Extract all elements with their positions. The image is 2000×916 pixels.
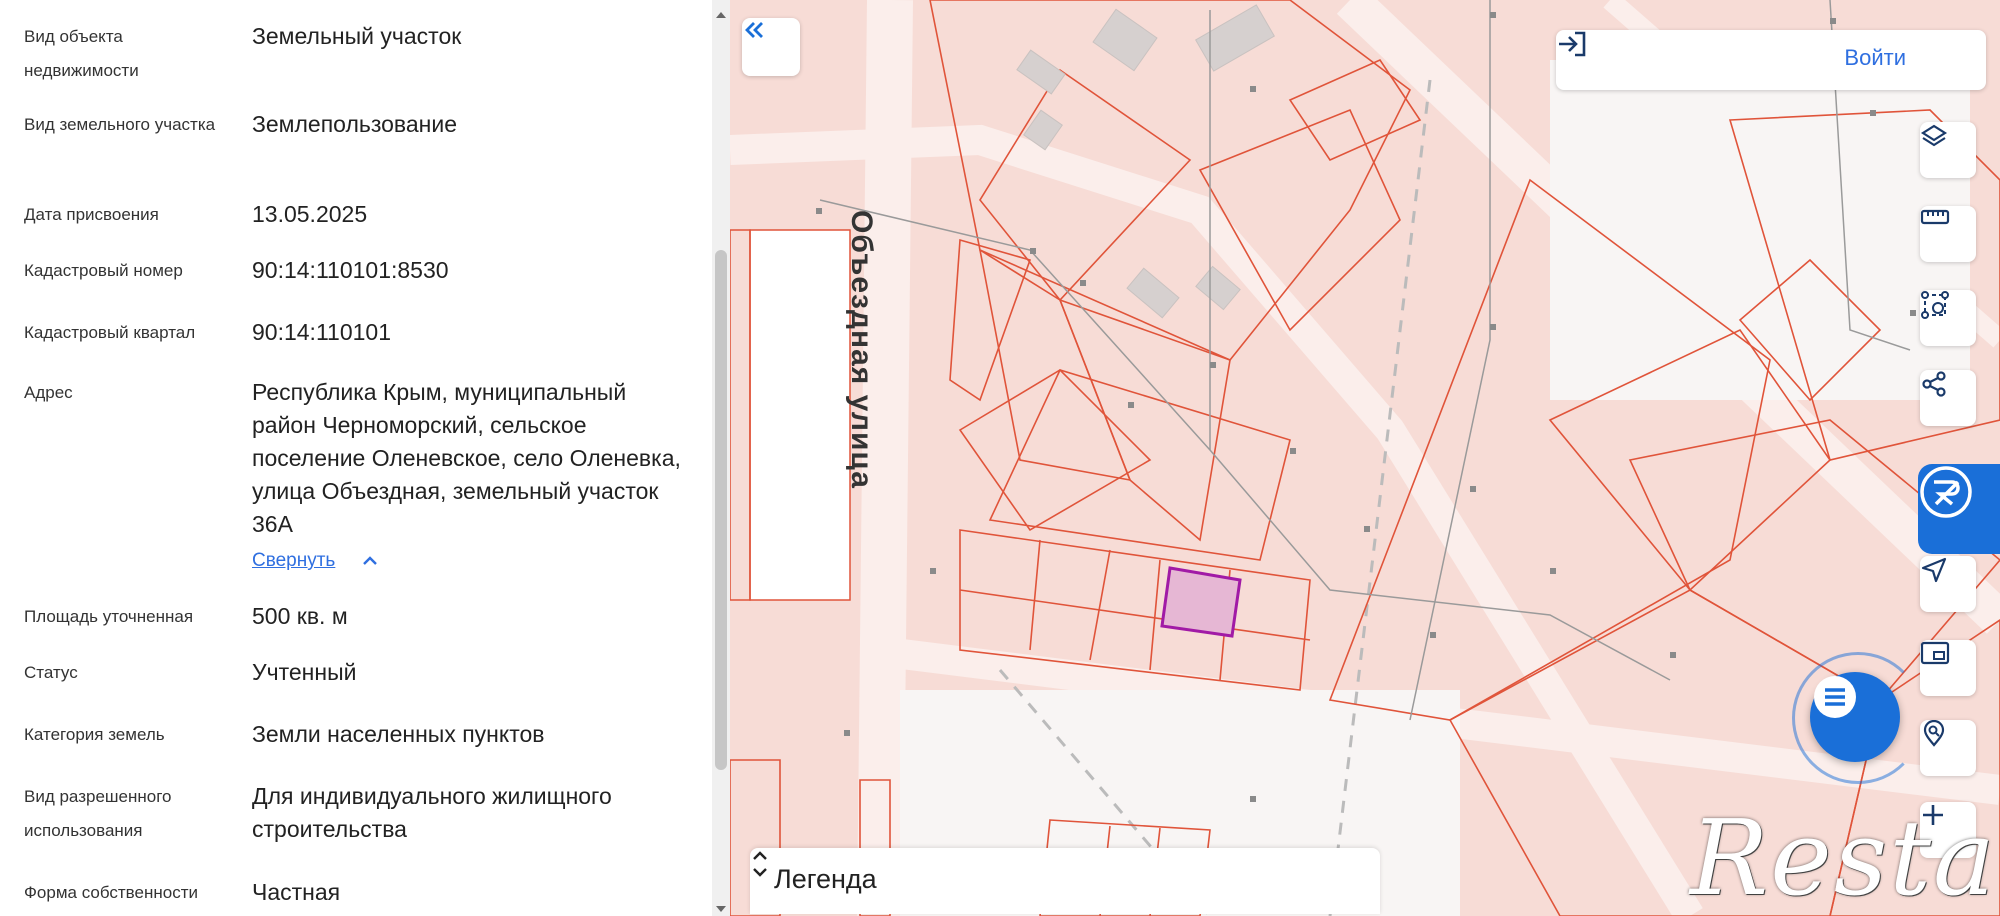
chat-button[interactable] — [1810, 672, 1900, 762]
area-select-icon — [1921, 291, 1949, 319]
collapse-address-link[interactable]: Свернуть — [252, 546, 335, 576]
detail-value: Землепользование — [252, 111, 458, 137]
chat-icon — [1814, 676, 1856, 718]
rosreestr-service-tab[interactable] — [1918, 464, 2000, 554]
detail-value: 13.05.2025 — [252, 201, 368, 227]
minimap-icon — [1920, 641, 1950, 665]
ruler-icon — [1920, 209, 1950, 225]
geolocation-icon — [1921, 557, 1947, 583]
cadastral-map[interactable]: Объездная улица Войти Легенда Resta — [730, 0, 2000, 916]
rosreestr-logo-icon — [1920, 466, 1972, 518]
chevron-up-icon[interactable] — [358, 546, 382, 576]
share-icon — [1922, 371, 1946, 397]
detail-value: Земли населенных пунктов — [252, 721, 545, 747]
chevron-up-down-icon — [753, 851, 767, 877]
layers-icon — [1920, 124, 1948, 147]
search-location-button[interactable] — [1920, 720, 1976, 776]
detail-label: Вид земельного участка — [24, 115, 216, 134]
detail-label: Площадь уточненная — [24, 607, 194, 626]
detail-label: Дата присвоения — [24, 205, 159, 224]
detail-row-cadastral-number: Кадастровый номер 90:14:110101:8530 — [0, 254, 712, 294]
legend-panel[interactable]: Легенда — [750, 848, 1380, 914]
property-details-panel: Вид объекта недвижимости Земельный участ… — [0, 0, 712, 916]
legend-label: Легенда — [774, 864, 877, 894]
scroll-up-icon[interactable] — [716, 12, 726, 18]
ruler-button[interactable] — [1920, 206, 1976, 262]
detail-label: Вид разрешенного использования — [24, 787, 172, 840]
detail-row-cadastral-quarter: Кадастровый квартал 90:14:110101 — [0, 316, 712, 356]
detail-label: Кадастровый номер — [24, 261, 183, 280]
detail-label: Адрес — [24, 383, 73, 402]
geolocation-button[interactable] — [1920, 556, 1976, 612]
detail-row-assign-date: Дата присвоения 13.05.2025 — [0, 198, 712, 238]
restate-watermark: Restate — [1690, 797, 2000, 916]
selected-parcel[interactable] — [1160, 566, 1242, 638]
detail-value[interactable]: 90:14:110101:8530 — [252, 254, 682, 287]
detail-value: Земельный участок — [252, 23, 462, 49]
scroll-thumb[interactable] — [715, 250, 727, 770]
double-chevron-left-icon — [745, 22, 763, 38]
detail-value[interactable]: 90:14:110101 — [252, 316, 682, 349]
detail-value: 500 кв. м — [252, 603, 348, 629]
panel-scrollbar[interactable] — [712, 0, 730, 916]
scroll-down-icon[interactable] — [716, 906, 726, 912]
login-button[interactable]: Войти — [1556, 30, 1986, 90]
map-canvas[interactable] — [730, 0, 2000, 916]
detail-value: Республика Крым, муниципальный район Чер… — [252, 379, 681, 537]
search-location-icon — [1923, 720, 1945, 747]
detail-label: Статус — [24, 663, 78, 682]
detail-row-land-category: Категория земель Земли населенных пункто… — [0, 718, 712, 758]
layers-button[interactable] — [1920, 122, 1976, 178]
detail-row-status: Статус Учтенный — [0, 656, 712, 696]
minimap-button[interactable] — [1920, 640, 1976, 696]
detail-label: Категория земель — [24, 725, 165, 744]
detail-row-address: Адрес Республика Крым, муниципальный рай… — [0, 376, 712, 546]
detail-label: Кадастровый квартал — [24, 323, 196, 342]
detail-row-permitted-use: Вид разрешенного использования Для индив… — [0, 780, 712, 850]
detail-row-ownership: Форма собственности Частная — [0, 876, 712, 916]
collapse-panel-button[interactable] — [742, 18, 800, 76]
detail-row-land-type: Вид земельного участка Землепользование — [0, 108, 712, 178]
detail-label: Вид объекта недвижимости — [24, 27, 139, 80]
login-label: Войти — [1844, 45, 1906, 70]
street-label: Объездная улица — [845, 210, 878, 489]
login-icon — [1559, 31, 1586, 57]
share-button[interactable] — [1920, 370, 1976, 426]
detail-row-object-type: Вид объекта недвижимости Земельный участ… — [0, 20, 712, 90]
detail-row-area: Площадь уточненная 500 кв. м — [0, 600, 712, 640]
area-select-button[interactable] — [1920, 290, 1976, 346]
detail-value: Частная — [252, 879, 341, 905]
detail-value: Учтенный — [252, 659, 357, 685]
detail-label: Форма собственности — [24, 883, 198, 902]
detail-value: Для индивидуального жилищного строительс… — [252, 783, 612, 842]
